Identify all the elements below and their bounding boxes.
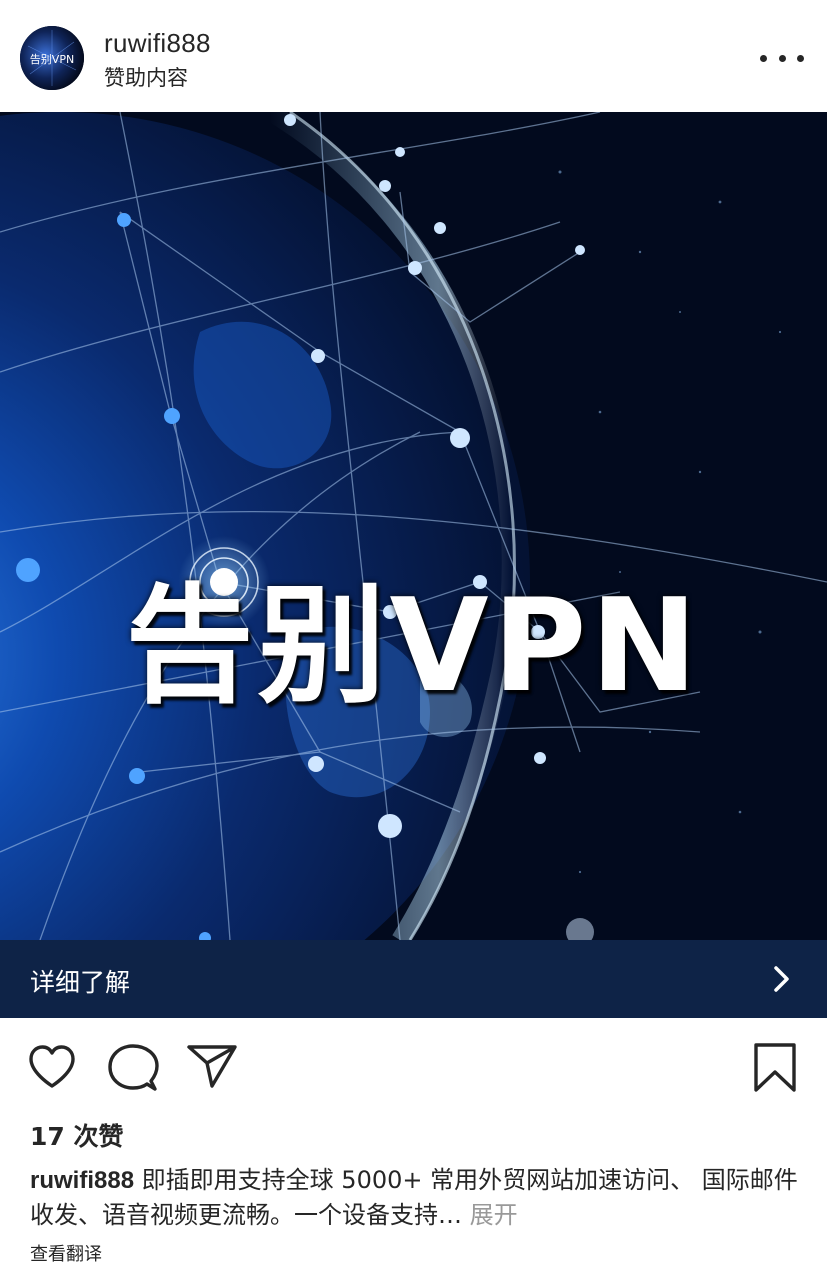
see-translation-link[interactable]: 查看翻译	[30, 1240, 102, 1266]
learn-more-button[interactable]: 详细了解	[0, 940, 827, 1018]
expand-caption-link[interactable]: 展开	[462, 1201, 518, 1229]
sponsored-label: 赞助内容	[104, 66, 188, 90]
more-dot	[778, 54, 786, 62]
globe-network-graphic	[0, 112, 827, 940]
avatar[interactable]: 告别VPN	[20, 26, 84, 90]
more-dot	[797, 54, 804, 62]
likes-count[interactable]: 17 次赞	[30, 1117, 124, 1153]
more-options-button[interactable]	[760, 44, 804, 72]
avatar-text: 告别VPN	[30, 53, 74, 66]
more-dot	[760, 54, 767, 62]
caption-text: 即插即用支持全球 5000+ 常用外贸网站加速访问、 国际邮件收发、语音视频更流…	[30, 1166, 798, 1229]
heart-icon[interactable]	[27, 1044, 77, 1094]
chevron-right-icon	[768, 964, 794, 998]
post-header: 告别VPN ruwifi888 赞助内容	[0, 0, 827, 112]
post-image[interactable]: 告别VPN	[0, 112, 827, 940]
caption-username[interactable]: ruwifi888	[30, 1167, 134, 1194]
learn-more-label: 详细了解	[30, 968, 131, 997]
author-username[interactable]: ruwifi888	[104, 28, 211, 59]
action-bar	[0, 1018, 827, 1114]
comment-icon[interactable]	[107, 1043, 159, 1097]
post-caption: ruwifi888 即插即用支持全球 5000+ 常用外贸网站加速访问、 国际邮…	[30, 1163, 800, 1232]
bookmark-icon[interactable]	[752, 1042, 798, 1098]
send-icon[interactable]	[186, 1044, 238, 1094]
post-headline: 告别VPN	[125, 572, 702, 721]
